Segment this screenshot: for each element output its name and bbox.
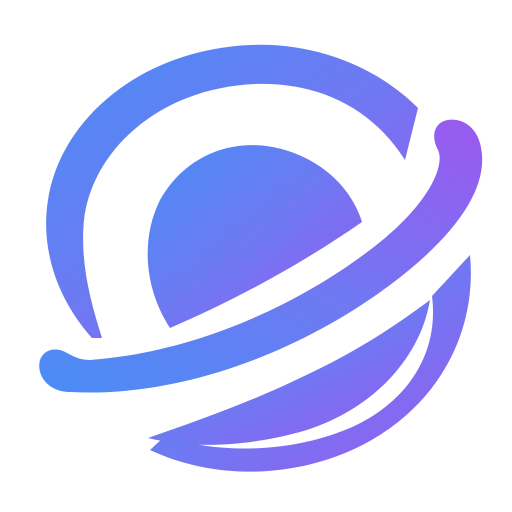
- planet-logo: [0, 0, 512, 512]
- planet-orbit-logo-icon: [39, 44, 483, 472]
